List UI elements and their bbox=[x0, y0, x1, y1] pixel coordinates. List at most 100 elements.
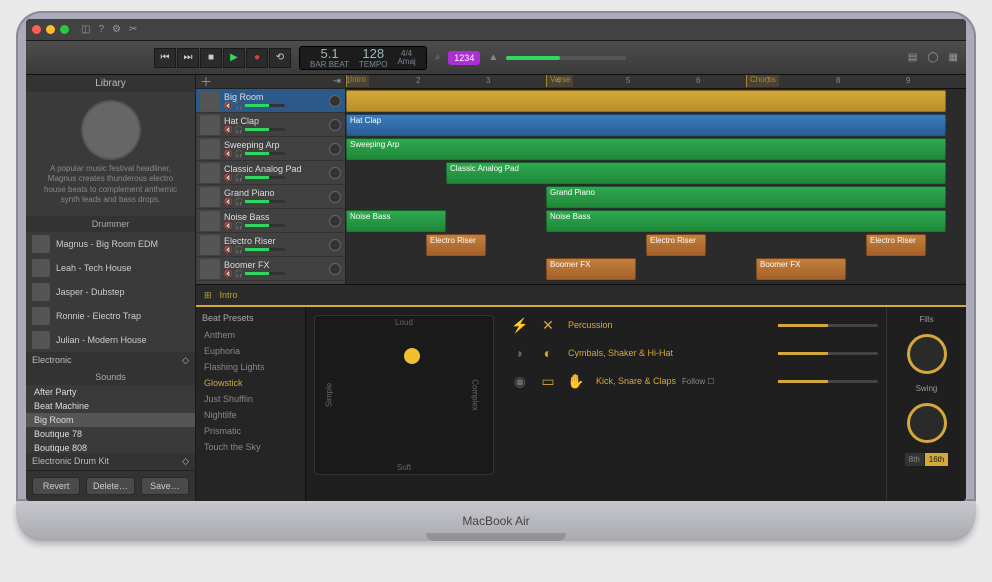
kit-piece-icon[interactable]: ✕ bbox=[538, 315, 558, 335]
audio-region[interactable]: Electro Riser bbox=[866, 234, 926, 256]
sound-item[interactable]: After Party bbox=[26, 385, 195, 399]
record-button[interactable]: ● bbox=[246, 48, 268, 68]
arrangement-marker[interactable]: Chorus bbox=[746, 75, 779, 87]
audio-region[interactable]: Grand Piano bbox=[546, 186, 946, 208]
play-button[interactable]: ▶ bbox=[223, 48, 245, 68]
revert-button[interactable]: Revert bbox=[32, 477, 80, 495]
beat-preset-item[interactable]: Flashing Lights bbox=[202, 359, 299, 375]
audio-region[interactable]: Electro Riser bbox=[646, 234, 706, 256]
swing-resolution-toggle[interactable]: 8th16th bbox=[905, 453, 949, 466]
kit-select[interactable]: Electronic Drum Kit◇ bbox=[26, 453, 195, 470]
rewind-button[interactable]: ⏮ bbox=[154, 48, 176, 68]
drummer-description: A popular music festival headliner, Magn… bbox=[36, 164, 185, 206]
close-window-button[interactable] bbox=[32, 25, 41, 34]
kit-complexity-slider[interactable] bbox=[778, 380, 878, 383]
drummer-item[interactable]: Ronnie - Electro Trap bbox=[26, 304, 195, 328]
drummer-avatar bbox=[83, 102, 139, 158]
audio-region[interactable]: Noise Bass bbox=[546, 210, 946, 232]
swing-knob[interactable] bbox=[907, 403, 947, 443]
track-header[interactable]: Sweeping Arp🔇🎧 bbox=[196, 137, 345, 161]
garageband-window: ◫ ? ⚙ ✂ ⏮ ⏭ ■ ▶ ● ⟲ bbox=[26, 19, 966, 501]
delete-button[interactable]: Delete… bbox=[86, 477, 134, 495]
drummer-item[interactable]: Jasper - Dubstep bbox=[26, 280, 195, 304]
presets-header: Beat Presets bbox=[202, 313, 299, 323]
library-toggle-icon[interactable]: ◫ bbox=[81, 24, 90, 35]
track-header[interactable]: Hat Clap🔇🎧 bbox=[196, 113, 345, 137]
xy-pad[interactable]: Loud Soft Simple Complex bbox=[314, 315, 494, 475]
arrangement-marker[interactable]: Verse bbox=[546, 75, 573, 87]
beat-preset-item[interactable]: Glowstick bbox=[202, 375, 299, 391]
editor-mode-icon[interactable]: ⊞ bbox=[204, 290, 212, 301]
track-header[interactable]: Classic Analog Pad🔇🎧 bbox=[196, 161, 345, 185]
kit-complexity-slider[interactable] bbox=[778, 352, 878, 355]
audio-region[interactable]: Boomer FX bbox=[756, 258, 846, 280]
track-header[interactable]: Big Room🔇🎧 bbox=[196, 89, 345, 113]
drummer-item[interactable]: Leah - Tech House bbox=[26, 256, 195, 280]
audio-region[interactable] bbox=[346, 90, 946, 112]
forward-button[interactable]: ⏭ bbox=[177, 48, 199, 68]
track-header-config-icon[interactable]: ⇥ bbox=[333, 76, 341, 87]
kit-piece-icon[interactable]: ⚡ bbox=[510, 315, 530, 335]
xy-pad-puck[interactable] bbox=[404, 348, 420, 364]
kit-row: ⚡✕Percussion bbox=[510, 315, 878, 335]
zoom-window-button[interactable] bbox=[60, 25, 69, 34]
audio-region[interactable]: Boomer FX bbox=[546, 258, 636, 280]
track-header[interactable]: Noise Bass🔇🎧 bbox=[196, 209, 345, 233]
fills-knob[interactable] bbox=[907, 334, 947, 374]
quick-help-icon[interactable]: ? bbox=[98, 24, 104, 35]
kit-piece-icon[interactable]: ◗ bbox=[510, 343, 530, 363]
arrangement-timeline[interactable]: 123456789IntroVerseChorus Hat ClapSweepi… bbox=[346, 75, 966, 284]
bar-ruler[interactable]: 123456789IntroVerseChorus bbox=[346, 75, 966, 89]
drummer-item[interactable]: Magnus - Big Room EDM bbox=[26, 232, 195, 256]
drummer-item[interactable]: Julian - Modern House bbox=[26, 328, 195, 352]
notepad-icon[interactable]: ▤ bbox=[908, 52, 917, 63]
track-header[interactable]: Grand Piano🔇🎧 bbox=[196, 185, 345, 209]
loop-browser-icon[interactable]: ◯ bbox=[927, 52, 938, 63]
settings-icon[interactable]: ⚙ bbox=[112, 24, 121, 35]
audio-region[interactable]: Hat Clap bbox=[346, 114, 946, 136]
sound-item[interactable]: Boutique 808 bbox=[26, 441, 195, 453]
kit-piece-icon[interactable]: ◐ bbox=[538, 343, 558, 363]
sounds-section-label: Sounds bbox=[26, 369, 195, 385]
count-in-button[interactable]: 1234 bbox=[448, 51, 480, 65]
metronome-icon[interactable]: ▲ bbox=[488, 52, 498, 63]
kit-complexity-slider[interactable] bbox=[778, 324, 878, 327]
minimize-window-button[interactable] bbox=[46, 25, 55, 34]
kit-piece-icon[interactable]: ▭ bbox=[538, 371, 558, 391]
beat-preset-item[interactable]: Nightlife bbox=[202, 407, 299, 423]
kit-piece-icon[interactable]: ◉ bbox=[510, 371, 530, 391]
genre-select[interactable]: Electronic◇ bbox=[26, 352, 195, 369]
tuner-icon[interactable]: ⌕ bbox=[435, 52, 441, 63]
window-titlebar: ◫ ? ⚙ ✂ bbox=[26, 19, 966, 41]
lcd-display[interactable]: 5.1 BAR BEAT 128 TEMPO 4/4 Amaj bbox=[299, 46, 427, 70]
cycle-button[interactable]: ⟲ bbox=[269, 48, 291, 68]
kit-row: ◉▭✋Kick, Snare & ClapsFollow ☐ bbox=[510, 371, 878, 391]
beat-preset-item[interactable]: Anthem bbox=[202, 327, 299, 343]
drum-kit-controls: ⚡✕Percussion◗◐Cymbals, Shaker & Hi-Hat◉▭… bbox=[502, 307, 886, 501]
add-track-button[interactable]: ＋ bbox=[200, 73, 212, 90]
control-bar: ⏮ ⏭ ■ ▶ ● ⟲ 5.1 BAR BEAT 128 bbox=[26, 41, 966, 75]
media-browser-icon[interactable]: ▦ bbox=[949, 52, 958, 63]
audio-region[interactable]: Electro Riser bbox=[426, 234, 486, 256]
beat-preset-item[interactable]: Euphoria bbox=[202, 343, 299, 359]
beat-preset-item[interactable]: Prismatic bbox=[202, 423, 299, 439]
save-button[interactable]: Save… bbox=[141, 477, 189, 495]
beat-preset-item[interactable]: Just Shufflin bbox=[202, 391, 299, 407]
editor-region-name: Intro bbox=[220, 290, 238, 300]
track-header[interactable]: Electro Riser🔇🎧 bbox=[196, 233, 345, 257]
audio-region[interactable]: Noise Bass bbox=[346, 210, 446, 232]
sound-item[interactable]: Big Room bbox=[26, 413, 195, 427]
beat-preset-item[interactable]: Touch the Sky bbox=[202, 439, 299, 455]
arrangement-marker[interactable]: Intro bbox=[346, 75, 369, 87]
sound-item[interactable]: Boutique 78 bbox=[26, 427, 195, 441]
stop-button[interactable]: ■ bbox=[200, 48, 222, 68]
kit-piece-icon[interactable]: ✋ bbox=[566, 371, 586, 391]
audio-region[interactable]: Sweeping Arp bbox=[346, 138, 946, 160]
laptop-base: MacBook Air bbox=[16, 501, 976, 541]
track-header[interactable]: Boomer FX🔇🎧 bbox=[196, 257, 345, 281]
audio-region[interactable]: Classic Analog Pad bbox=[446, 162, 946, 184]
master-volume-slider[interactable] bbox=[506, 56, 626, 60]
sound-item[interactable]: Beat Machine bbox=[26, 399, 195, 413]
library-title: Library bbox=[26, 75, 195, 92]
scissors-icon[interactable]: ✂ bbox=[129, 24, 137, 35]
